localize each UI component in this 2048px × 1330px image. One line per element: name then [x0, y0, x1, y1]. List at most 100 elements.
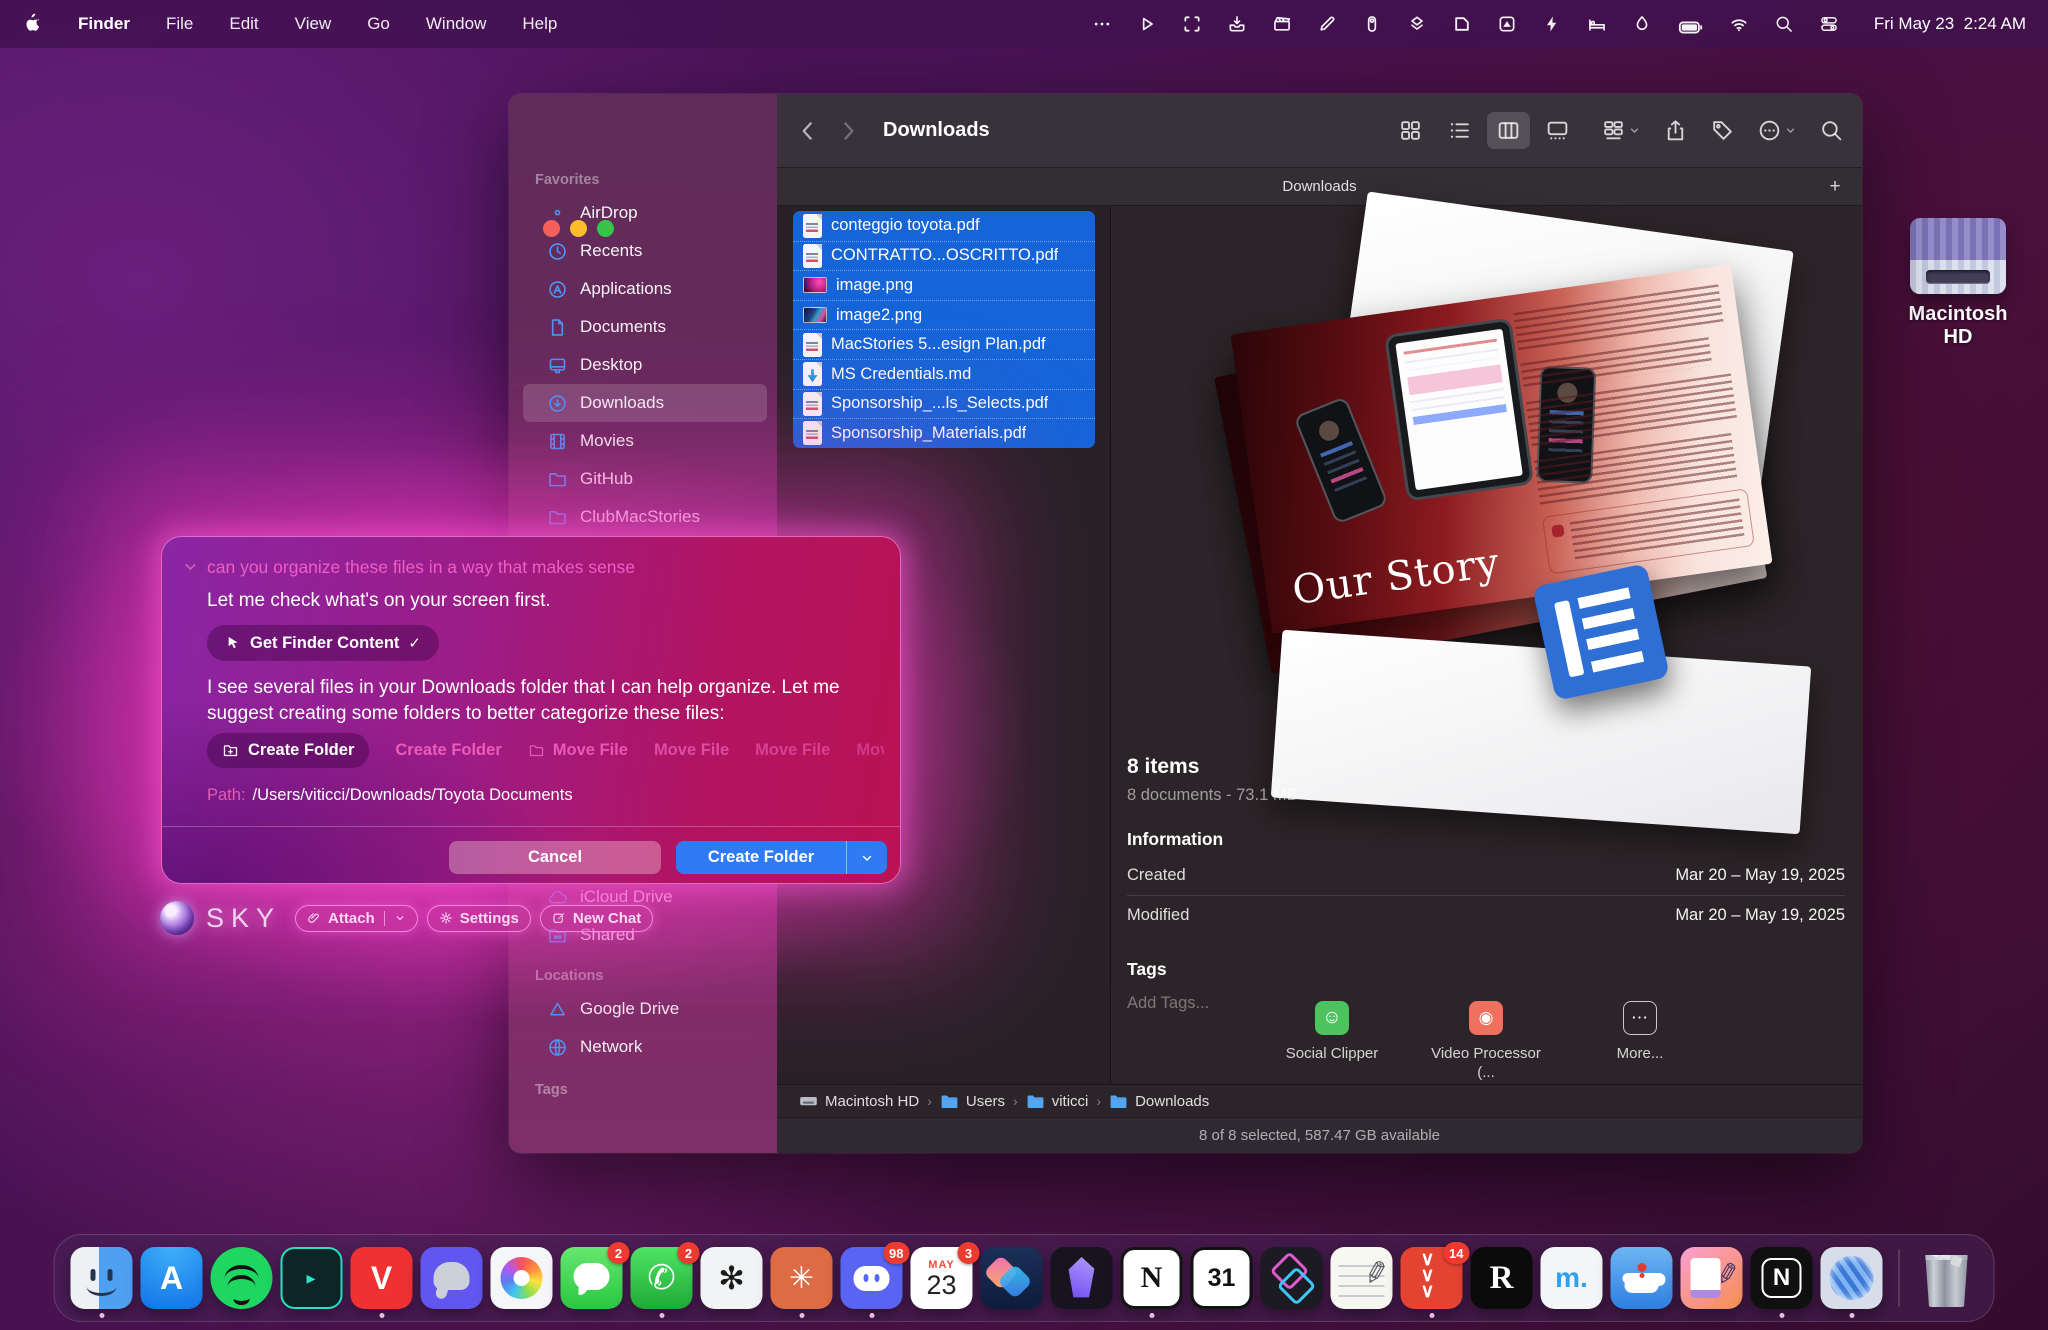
tray-download-icon[interactable]: [1227, 14, 1247, 34]
dock-item-shortcuts[interactable]: [977, 1247, 1047, 1309]
create-folder-dropdown[interactable]: [847, 851, 887, 865]
cancel-button[interactable]: Cancel: [449, 841, 661, 874]
zoom-button[interactable]: [597, 220, 614, 237]
dock-item-finder[interactable]: [67, 1247, 137, 1309]
collapse-chevron-icon[interactable]: [182, 558, 199, 575]
screen-capture-icon[interactable]: [1182, 14, 1202, 34]
sidebar-item-recents[interactable]: Recents: [523, 232, 767, 270]
dock-item-chatgpt[interactable]: [697, 1247, 767, 1309]
menu-item-help[interactable]: Help: [522, 14, 557, 34]
view-list-button[interactable]: [1438, 112, 1481, 149]
dock-item-mastodon[interactable]: [417, 1247, 487, 1309]
suggested-action-create-folder[interactable]: Create Folder: [207, 733, 369, 768]
sidebar-item-network[interactable]: Network: [523, 1028, 767, 1066]
ellipsis-icon[interactable]: [1092, 14, 1112, 34]
dock-item-craft[interactable]: [1257, 1247, 1327, 1309]
dock-item-messages[interactable]: 2: [557, 1247, 627, 1309]
menu-item-go[interactable]: Go: [367, 14, 390, 34]
view-columns-button[interactable]: [1487, 112, 1530, 149]
group-by-button[interactable]: [1601, 118, 1641, 143]
breadcrumb-item-downloads[interactable]: Downloads: [1109, 1093, 1209, 1110]
sky-logo[interactable]: [160, 901, 194, 935]
sidebar-item-downloads[interactable]: Downloads: [523, 384, 767, 422]
menu-item-file[interactable]: File: [166, 14, 193, 34]
dock-item-calendar-31[interactable]: 31: [1187, 1247, 1257, 1309]
view-grid-button[interactable]: [1389, 112, 1432, 149]
sidebar-item-documents[interactable]: Documents: [523, 308, 767, 346]
more-actions-button[interactable]: [1757, 118, 1797, 143]
sidebar-item-github[interactable]: GitHub: [523, 460, 767, 498]
dock-item-calendar[interactable]: MAY233: [907, 1247, 977, 1309]
dock-item-app-store[interactable]: A: [137, 1247, 207, 1309]
create-folder-button[interactable]: Create Folder: [676, 841, 887, 874]
dock-item-whatsapp[interactable]: 2: [627, 1247, 697, 1309]
dock-item-photos[interactable]: [487, 1247, 557, 1309]
dock-item-notes[interactable]: [1327, 1247, 1397, 1309]
dock-item-reader[interactable]: R: [1467, 1247, 1537, 1309]
suggested-action-move-file[interactable]: Move File: [528, 741, 628, 760]
search-icon[interactable]: [1774, 14, 1794, 34]
battery-icon[interactable]: [1677, 14, 1704, 34]
menu-item-view[interactable]: View: [295, 14, 332, 34]
file-row[interactable]: MS Credentials.md: [793, 359, 1095, 389]
dock-item-obsidian[interactable]: [1047, 1247, 1117, 1309]
tool-call-pill[interactable]: Get Finder Content ✓: [207, 625, 439, 661]
bolt-icon[interactable]: [1542, 14, 1562, 34]
dock-item-trash[interactable]: [1912, 1247, 1982, 1309]
sky-settings-button[interactable]: Settings: [427, 905, 531, 932]
menu-app-name[interactable]: Finder: [78, 14, 130, 34]
dock-item-sphere[interactable]: [1817, 1247, 1887, 1309]
sidebar-item-clubmacstories[interactable]: ClubMacStories: [523, 498, 767, 536]
tags-button[interactable]: [1710, 118, 1735, 143]
close-button[interactable]: [543, 220, 560, 237]
dock-item-netnewswire[interactable]: N: [1747, 1247, 1817, 1309]
share-button[interactable]: [1663, 118, 1688, 143]
file-row[interactable]: Sponsorship_Materials.pdf: [793, 418, 1095, 448]
dock-item-writer[interactable]: [1677, 1247, 1747, 1309]
dock-item-notion[interactable]: N: [1117, 1247, 1187, 1309]
menu-clock[interactable]: Fri May 23 2:24 AM: [1874, 14, 2026, 34]
sidebar-item-google-drive[interactable]: Google Drive: [523, 990, 767, 1028]
view-gallery-button[interactable]: [1536, 112, 1579, 149]
layers-icon[interactable]: [1407, 14, 1427, 34]
new-tab-button[interactable]: +: [1822, 174, 1848, 200]
suggested-action-create-folder[interactable]: Create Folder: [395, 741, 501, 760]
suggested-action-move-file[interactable]: Move File: [654, 741, 729, 760]
desktop-volume[interactable]: Macintosh HD: [1898, 218, 2018, 349]
forward-button[interactable]: [835, 118, 861, 144]
dock-item-vivaldi[interactable]: V: [347, 1247, 417, 1309]
file-row[interactable]: MacStories 5...esign Plan.pdf: [793, 329, 1095, 359]
suggested-action-move-file[interactable]: Move File: [755, 741, 830, 760]
back-button[interactable]: [795, 118, 821, 144]
sky-new-chat-button[interactable]: New Chat: [540, 905, 653, 932]
dock-item-spotify[interactable]: [207, 1247, 277, 1309]
file-row[interactable]: CONTRATTO...OSCRITTO.pdf: [793, 241, 1095, 271]
file-row[interactable]: conteggio toyota.pdf: [793, 211, 1095, 241]
dock-item-todoist[interactable]: 14: [1397, 1247, 1467, 1309]
pencil-icon[interactable]: [1317, 14, 1337, 34]
flame-icon[interactable]: [1632, 14, 1652, 34]
breadcrumb-item-users[interactable]: Users: [940, 1093, 1005, 1110]
sidebar-item-movies[interactable]: Movies: [523, 422, 767, 460]
control-center-icon[interactable]: [1819, 14, 1839, 34]
quick-action-video-processor-[interactable]: ◉Video Processor (...: [1422, 1001, 1550, 1082]
file-row[interactable]: image.png: [793, 270, 1095, 300]
minimize-button[interactable]: [570, 220, 587, 237]
clapperboard-icon[interactable]: [1272, 14, 1292, 34]
menu-item-window[interactable]: Window: [426, 14, 486, 34]
quick-action-social-clipper[interactable]: ☺Social Clipper: [1268, 1001, 1396, 1082]
bed-icon[interactable]: [1587, 14, 1607, 34]
suggested-action-move-file[interactable]: Move File: [856, 741, 884, 760]
keystone-icon[interactable]: [1497, 14, 1517, 34]
menu-item-edit[interactable]: Edit: [229, 14, 258, 34]
dock-item-claude[interactable]: [767, 1247, 837, 1309]
file-row[interactable]: image2.png: [793, 300, 1095, 330]
dock-item-discord[interactable]: 98: [837, 1247, 907, 1309]
breadcrumb-item-viticci[interactable]: viticci: [1026, 1093, 1089, 1110]
quick-action-more-[interactable]: ⋯More...: [1576, 1001, 1704, 1082]
dock-item-media-player[interactable]: [277, 1247, 347, 1309]
search-button[interactable]: [1819, 118, 1844, 143]
wifi-icon[interactable]: [1729, 14, 1749, 34]
sky-attach-button[interactable]: Attach: [295, 905, 418, 932]
breadcrumb-item-macintosh-hd[interactable]: Macintosh HD: [799, 1093, 919, 1110]
